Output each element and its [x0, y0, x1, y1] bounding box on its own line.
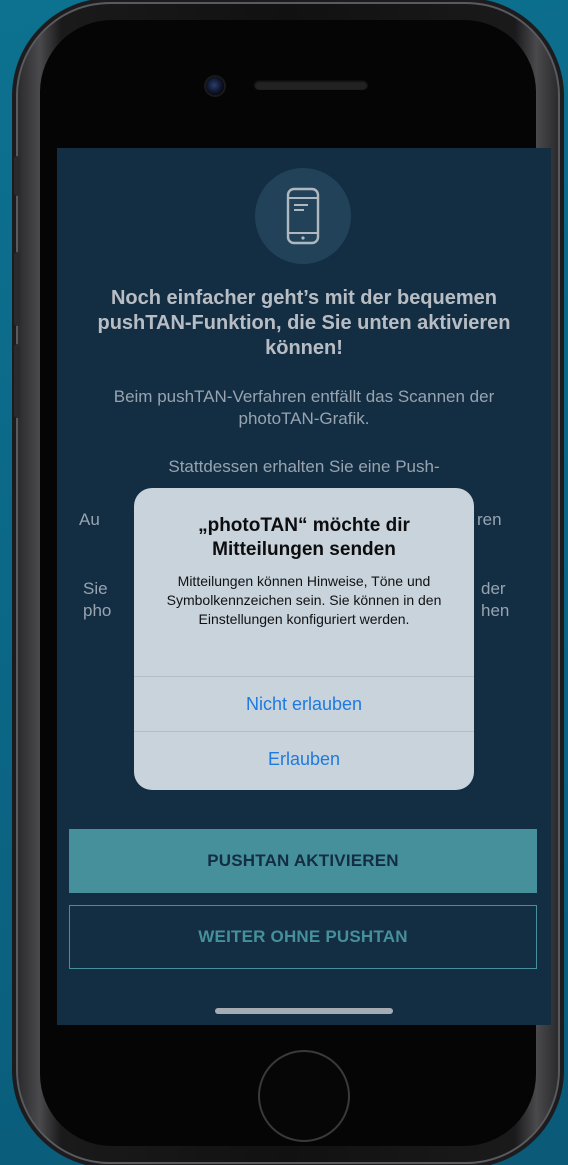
alert-message: Mitteilungen können Hinweise, Töne und S…	[166, 573, 442, 627]
deny-notifications-button[interactable]: Nicht erlauben	[134, 677, 474, 731]
earpiece-speaker	[254, 80, 368, 90]
home-button[interactable]	[258, 1050, 350, 1142]
side-button-volume-up	[14, 252, 20, 326]
app-screen: Noch einfacher geht’s mit der bequemen p…	[57, 148, 551, 1025]
side-button-mute	[14, 156, 20, 196]
notification-permission-alert: „photoTAN“ möchte dir Mitteilungen sende…	[134, 488, 474, 790]
front-camera	[206, 77, 224, 95]
allow-notifications-button[interactable]: Erlauben	[134, 732, 474, 786]
alert-title: „photoTAN“ möchte dir Mitteilungen sende…	[198, 515, 410, 560]
side-button-volume-down	[14, 344, 20, 418]
